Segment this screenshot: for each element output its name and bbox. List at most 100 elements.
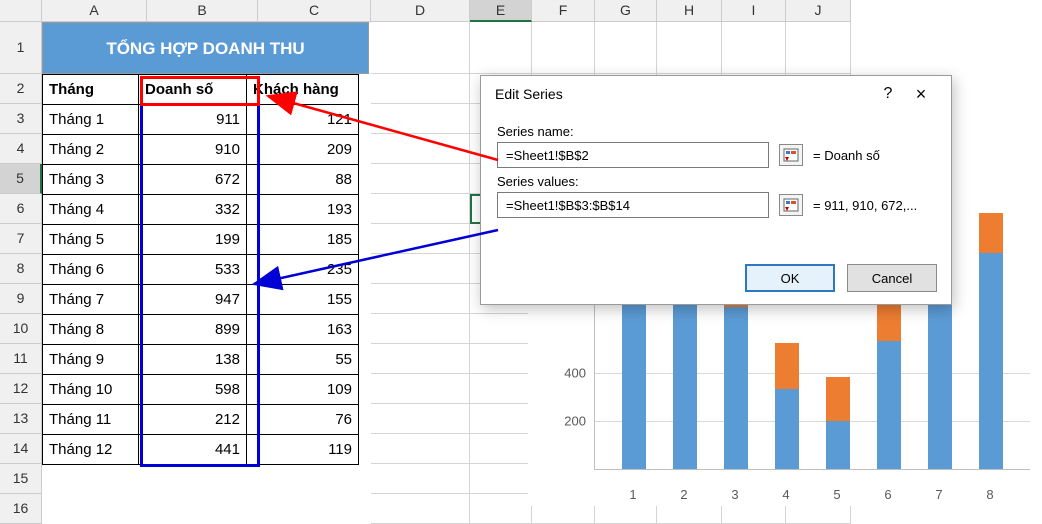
bar[interactable]	[877, 284, 901, 469]
row-header-5[interactable]: 5	[0, 164, 42, 194]
y-tick-label: 200	[528, 413, 586, 428]
bar[interactable]	[979, 213, 1003, 469]
header-khach-hang[interactable]: Khách hàng	[247, 75, 359, 105]
cell-khach-hang[interactable]: 163	[247, 315, 359, 345]
cell-month[interactable]: Tháng 1	[43, 105, 139, 135]
cell-khach-hang[interactable]: 185	[247, 225, 359, 255]
cell-khach-hang[interactable]: 88	[247, 165, 359, 195]
cell-khach-hang[interactable]: 119	[247, 435, 359, 465]
header-doanh-so[interactable]: Doanh số	[139, 75, 247, 105]
cell-doanh-so[interactable]: 332	[139, 195, 247, 225]
cell-doanh-so[interactable]: 212	[139, 405, 247, 435]
x-tick-label: 6	[878, 487, 898, 502]
cell-doanh-so[interactable]: 910	[139, 135, 247, 165]
cell-doanh-so[interactable]: 899	[139, 315, 247, 345]
y-tick-label: 400	[528, 365, 586, 380]
col-header-A[interactable]: A	[42, 0, 147, 22]
table-row[interactable]: Tháng 4332193	[43, 195, 359, 225]
cell-month[interactable]: Tháng 10	[43, 375, 139, 405]
cell-month[interactable]: Tháng 9	[43, 345, 139, 375]
col-header-J[interactable]: J	[786, 0, 851, 22]
select-all-cell[interactable]	[0, 0, 42, 22]
col-header-C[interactable]: C	[258, 0, 371, 22]
cell-doanh-so[interactable]: 911	[139, 105, 247, 135]
cell-month[interactable]: Tháng 3	[43, 165, 139, 195]
row-header-11[interactable]: 11	[0, 344, 42, 374]
cell-doanh-so[interactable]: 947	[139, 285, 247, 315]
cell-khach-hang[interactable]: 155	[247, 285, 359, 315]
cell-khach-hang[interactable]: 209	[247, 135, 359, 165]
column-headers: ABCDEFGHIJ	[0, 0, 851, 22]
range-select-icon[interactable]	[779, 144, 803, 166]
table-row[interactable]: Tháng 7947155	[43, 285, 359, 315]
series-values-input[interactable]	[504, 197, 762, 214]
cell-month[interactable]: Tháng 12	[43, 435, 139, 465]
ok-button[interactable]: OK	[745, 264, 835, 292]
cell-month[interactable]: Tháng 4	[43, 195, 139, 225]
table-row[interactable]: Tháng 913855	[43, 345, 359, 375]
cell-doanh-so[interactable]: 533	[139, 255, 247, 285]
cell-khach-hang[interactable]: 109	[247, 375, 359, 405]
series-values-preview: = 911, 910, 672,...	[813, 198, 917, 213]
row-header-13[interactable]: 13	[0, 404, 42, 434]
cell-khach-hang[interactable]: 235	[247, 255, 359, 285]
table-row[interactable]: Tháng 1911121	[43, 105, 359, 135]
bar[interactable]	[724, 286, 748, 469]
col-header-H[interactable]: H	[657, 0, 722, 22]
data-table[interactable]: Tháng Doanh số Khách hàng Tháng 1911121T…	[42, 74, 359, 465]
header-thang[interactable]: Tháng	[43, 75, 139, 105]
bar[interactable]	[775, 343, 799, 469]
cell-doanh-so[interactable]: 138	[139, 345, 247, 375]
dialog-titlebar[interactable]: Edit Series ? ×	[481, 76, 951, 112]
table-row[interactable]: Tháng 367288	[43, 165, 359, 195]
cell-month[interactable]: Tháng 2	[43, 135, 139, 165]
table-row[interactable]: Tháng 8899163	[43, 315, 359, 345]
cell-doanh-so[interactable]: 598	[139, 375, 247, 405]
row-header-4[interactable]: 4	[0, 134, 42, 164]
cell-month[interactable]: Tháng 6	[43, 255, 139, 285]
cell-doanh-so[interactable]: 199	[139, 225, 247, 255]
col-header-D[interactable]: D	[371, 0, 470, 22]
row-header-7[interactable]: 7	[0, 224, 42, 254]
row-header-8[interactable]: 8	[0, 254, 42, 284]
cell-khach-hang[interactable]: 55	[247, 345, 359, 375]
help-button[interactable]: ?	[875, 85, 901, 103]
row-header-12[interactable]: 12	[0, 374, 42, 404]
table-row[interactable]: Tháng 10598109	[43, 375, 359, 405]
cell-month[interactable]: Tháng 11	[43, 405, 139, 435]
table-row[interactable]: Tháng 1121276	[43, 405, 359, 435]
row-header-6[interactable]: 6	[0, 194, 42, 224]
x-tick-label: 4	[776, 487, 796, 502]
row-header-3[interactable]: 3	[0, 104, 42, 134]
table-row[interactable]: Tháng 2910209	[43, 135, 359, 165]
col-header-I[interactable]: I	[722, 0, 786, 22]
row-header-9[interactable]: 9	[0, 284, 42, 314]
col-header-F[interactable]: F	[532, 0, 595, 22]
cell-khach-hang[interactable]: 193	[247, 195, 359, 225]
table-row[interactable]: Tháng 5199185	[43, 225, 359, 255]
row-header-14[interactable]: 14	[0, 434, 42, 464]
cell-month[interactable]: Tháng 7	[43, 285, 139, 315]
col-header-G[interactable]: G	[595, 0, 657, 22]
bar[interactable]	[826, 377, 850, 469]
cell-doanh-so[interactable]: 672	[139, 165, 247, 195]
cell-khach-hang[interactable]: 76	[247, 405, 359, 435]
table-row[interactable]: Tháng 6533235	[43, 255, 359, 285]
col-header-E[interactable]: E	[470, 0, 532, 22]
cancel-button[interactable]: Cancel	[847, 264, 937, 292]
range-select-icon[interactable]	[779, 194, 803, 216]
close-button[interactable]: ×	[901, 84, 941, 105]
cell-doanh-so[interactable]: 441	[139, 435, 247, 465]
series-name-input[interactable]	[504, 147, 762, 164]
cell-month[interactable]: Tháng 8	[43, 315, 139, 345]
table-title[interactable]: TỔNG HỢP DOANH THU	[42, 22, 369, 74]
row-header-16[interactable]: 16	[0, 494, 42, 524]
row-header-10[interactable]: 10	[0, 314, 42, 344]
cell-khach-hang[interactable]: 121	[247, 105, 359, 135]
cell-month[interactable]: Tháng 5	[43, 225, 139, 255]
table-row[interactable]: Tháng 12441119	[43, 435, 359, 465]
row-header-1[interactable]: 1	[0, 22, 42, 74]
row-header-2[interactable]: 2	[0, 74, 42, 104]
col-header-B[interactable]: B	[147, 0, 258, 22]
row-header-15[interactable]: 15	[0, 464, 42, 494]
